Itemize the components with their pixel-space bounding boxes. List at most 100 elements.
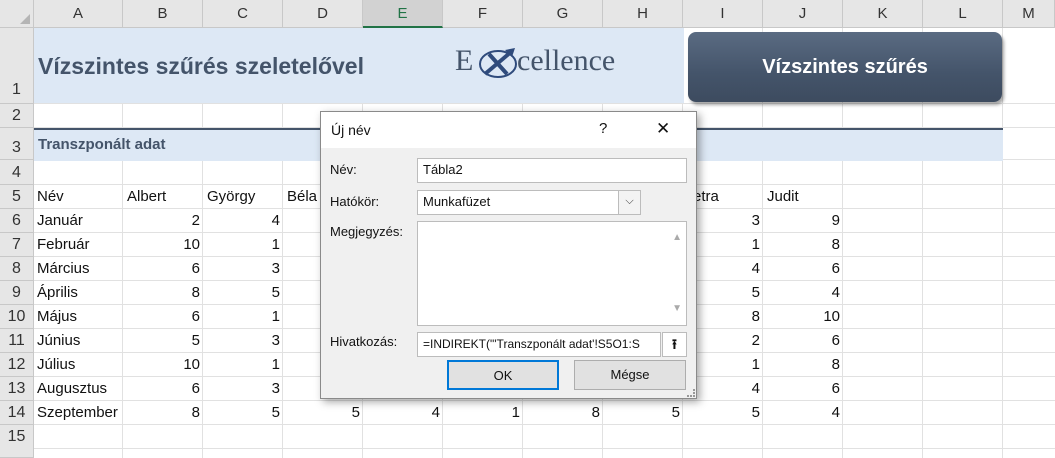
judit-cell[interactable]: 6 [763,329,840,353]
scope-label: Hatókör: [330,194,380,209]
column-header-k[interactable]: K [843,0,923,28]
close-icon[interactable]: ✕ [656,119,670,139]
judit-cell[interactable]: 9 [763,209,840,233]
row-header-14[interactable]: 14 [0,401,34,425]
name-label: Név: [330,162,357,177]
month-cell[interactable]: Augusztus [37,377,107,401]
ok-button[interactable]: OK [447,360,559,390]
month-cell[interactable]: Március [37,257,90,281]
data-cell[interactable]: 5 [603,401,680,425]
judit-cell[interactable]: 4 [763,281,840,305]
data-cell[interactable]: 8 [523,401,600,425]
scope-value: Munkafüzet [423,194,491,209]
scroll-down-icon[interactable]: ▼ [672,298,682,320]
reference-input[interactable]: =INDIREKT("'Transzponált adat'!S5O1:S [417,332,661,357]
reference-label: Hivatkozás: [330,334,398,349]
month-cell[interactable]: Február [37,233,90,257]
row-header-1[interactable]: 1 [0,28,34,104]
column-header-l[interactable]: L [923,0,1003,28]
header-judit[interactable]: Judit [767,185,799,209]
albert-cell[interactable]: 6 [123,257,200,281]
header-gyorgy[interactable]: György [207,185,255,209]
column-header-e[interactable]: E [363,0,443,28]
column-header-g[interactable]: G [523,0,603,28]
month-cell[interactable]: Április [37,281,78,305]
column-header-d[interactable]: D [283,0,363,28]
judit-cell[interactable]: 8 [763,233,840,257]
month-cell[interactable]: Január [37,209,83,233]
albert-cell[interactable]: 6 [123,377,200,401]
petra-cell[interactable]: 5 [683,401,760,425]
row-header-10[interactable]: 10 [0,305,34,329]
month-cell[interactable]: Július [37,353,75,377]
row-header-11[interactable]: 11 [0,329,34,353]
row-header-2[interactable]: 2 [0,104,34,128]
help-icon[interactable]: ? [599,120,607,137]
row-header-8[interactable]: 8 [0,257,34,281]
gyorgy-cell[interactable]: 4 [203,209,280,233]
judit-cell[interactable]: 8 [763,353,840,377]
gyorgy-cell[interactable]: 1 [203,305,280,329]
albert-cell[interactable]: 6 [123,305,200,329]
header-bela[interactable]: Béla [287,185,317,209]
column-header-m[interactable]: M [1003,0,1055,28]
judit-cell[interactable]: 4 [763,401,840,425]
gyorgy-cell[interactable]: 5 [203,401,280,425]
data-cell[interactable]: 4 [363,401,440,425]
row-header-15[interactable]: 15 [0,425,34,458]
section-label: Transzponált adat [38,136,166,153]
row-header-7[interactable]: 7 [0,233,34,257]
row-header-9[interactable]: 9 [0,281,34,305]
row-header-6[interactable]: 6 [0,209,34,233]
column-header-f[interactable]: F [443,0,523,28]
row-header-4[interactable]: 4 [0,160,34,185]
row-header-5[interactable]: 5 [0,185,34,209]
cancel-button[interactable]: Mégse [574,360,686,390]
collapse-dialog-icon[interactable]: ⭱ [662,332,687,357]
gyorgy-cell[interactable]: 5 [203,281,280,305]
header-nev[interactable]: Név [37,185,64,209]
column-header-b[interactable]: B [123,0,203,28]
column-header-h[interactable]: H [603,0,683,28]
row-header-12[interactable]: 12 [0,353,34,377]
albert-cell[interactable]: 10 [123,353,200,377]
albert-cell[interactable]: 8 [123,401,200,425]
select-all-corner[interactable] [0,0,34,28]
row-header-13[interactable]: 13 [0,377,34,401]
chevron-down-icon[interactable]: ⌵ [618,191,640,214]
data-cell[interactable]: 1 [443,401,520,425]
scope-select[interactable]: Munkafüzet ⌵ [417,190,641,215]
header-albert[interactable]: Albert [127,185,166,209]
dialog-titlebar: Új név ? ✕ [321,112,696,148]
comment-textarea[interactable]: ▲ ▼ [417,221,687,326]
gyorgy-cell[interactable]: 3 [203,377,280,401]
albert-cell[interactable]: 8 [123,281,200,305]
row-header-3[interactable]: 3 [0,128,34,160]
judit-cell[interactable]: 6 [763,377,840,401]
column-header-j[interactable]: J [763,0,843,28]
month-cell[interactable]: Május [37,305,77,329]
horizontal-filter-button[interactable]: Vízszintes szűrés [688,32,1002,102]
judit-cell[interactable]: 6 [763,257,840,281]
gyorgy-cell[interactable]: 1 [203,353,280,377]
albert-cell[interactable]: 10 [123,233,200,257]
resize-grip-icon[interactable] [687,389,695,397]
gyorgy-cell[interactable]: 1 [203,233,280,257]
column-header-a[interactable]: A [34,0,123,28]
albert-cell[interactable]: 5 [123,329,200,353]
column-header-i[interactable]: I [683,0,763,28]
gyorgy-cell[interactable]: 3 [203,329,280,353]
judit-cell[interactable]: 10 [763,305,840,329]
month-cell[interactable]: Szeptember [37,401,118,425]
scroll-up-icon[interactable]: ▲ [672,227,682,249]
gyorgy-cell[interactable]: 3 [203,257,280,281]
logo-text: cellence [517,44,616,77]
column-header-c[interactable]: C [203,0,283,28]
albert-cell[interactable]: 2 [123,209,200,233]
excellence-logo: E cellence [455,40,655,90]
new-name-dialog: Új név ? ✕ Név: Tábla2 Hatókör: Munkafüz… [320,111,697,399]
bela-cell[interactable]: 5 [283,401,360,425]
logo-x-icon [479,48,517,78]
name-input[interactable]: Tábla2 [417,158,687,183]
month-cell[interactable]: Június [37,329,80,353]
